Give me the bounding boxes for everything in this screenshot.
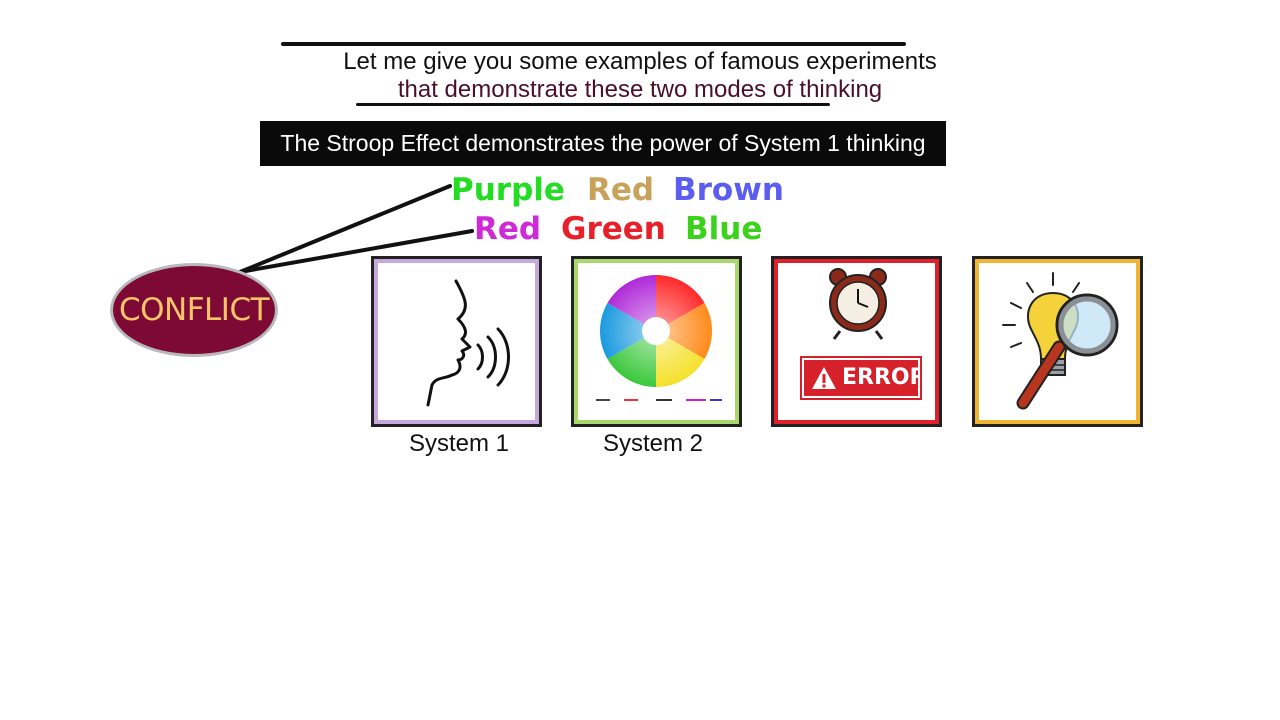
stroop-word-blue: Blue [685,211,763,247]
stroop-word-red-2: Red [474,211,542,247]
error-card [771,256,942,427]
color-wheel-icon [574,259,739,424]
warning-icon [810,365,838,391]
system-1-caption: System 1 [408,430,510,457]
system-2-card [571,256,742,427]
stroop-word-brown: Brown [673,172,784,208]
lightbulb-magnifier-icon [975,259,1140,424]
conflict-badge: CONFLICT [110,263,278,357]
insight-card [972,256,1143,427]
stroop-word-green: Green [561,211,666,247]
speaking-head-icon [374,259,539,424]
stroop-word-purple: Purple [451,172,565,208]
alarm-clock-error-icon [774,259,939,424]
stroop-word-red: Red [587,172,655,208]
system-2-caption: System 2 [602,430,704,457]
system-1-card [371,256,542,427]
error-label: ERROR [842,365,927,390]
error-badge: ERROR [800,356,927,400]
